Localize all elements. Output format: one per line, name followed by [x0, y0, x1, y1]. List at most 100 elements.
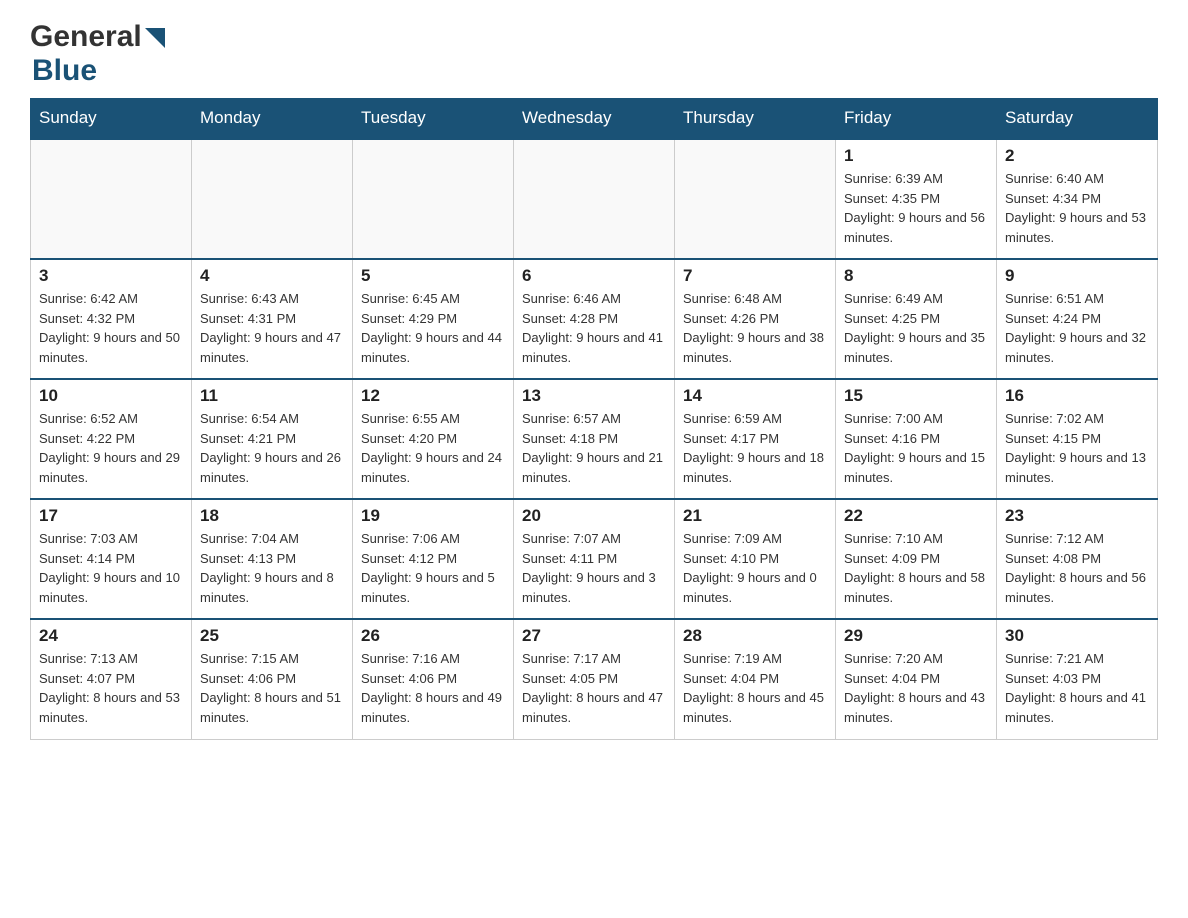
- calendar-cell: 8 Sunrise: 6:49 AMSunset: 4:25 PMDaylight…: [836, 259, 997, 379]
- day-number: 1: [844, 146, 988, 166]
- calendar-cell: 26 Sunrise: 7:16 AMSunset: 4:06 PMDayligh…: [353, 619, 514, 739]
- weekday-header-monday: Monday: [192, 98, 353, 139]
- calendar-cell: [514, 139, 675, 259]
- day-number: 30: [1005, 626, 1149, 646]
- day-info: Sunrise: 6:42 AMSunset: 4:32 PMDaylight:…: [39, 289, 183, 367]
- day-info: Sunrise: 6:39 AMSunset: 4:35 PMDaylight:…: [844, 169, 988, 247]
- day-number: 24: [39, 626, 183, 646]
- day-number: 3: [39, 266, 183, 286]
- calendar-week-row: 1 Sunrise: 6:39 AMSunset: 4:35 PMDaylight…: [31, 139, 1158, 259]
- calendar-cell: 20Sunrise: 7:07 AMSunset: 4:11 PMDayligh…: [514, 499, 675, 619]
- day-number: 12: [361, 386, 505, 406]
- day-info: Sunrise: 7:16 AMSunset: 4:06 PMDaylight:…: [361, 649, 505, 727]
- day-number: 15: [844, 386, 988, 406]
- calendar-cell: 2 Sunrise: 6:40 AMSunset: 4:34 PMDaylight…: [997, 139, 1158, 259]
- day-number: 25: [200, 626, 344, 646]
- logo-general-text: General: [30, 20, 142, 54]
- day-info: Sunrise: 7:09 AMSunset: 4:10 PMDaylight:…: [683, 529, 827, 607]
- calendar-cell: 11Sunrise: 6:54 AMSunset: 4:21 PMDayligh…: [192, 379, 353, 499]
- calendar-cell: 17 Sunrise: 7:03 AMSunset: 4:14 PMDayligh…: [31, 499, 192, 619]
- day-info: Sunrise: 6:51 AMSunset: 4:24 PMDaylight:…: [1005, 289, 1149, 367]
- day-number: 28: [683, 626, 827, 646]
- weekday-header-saturday: Saturday: [997, 98, 1158, 139]
- day-info: Sunrise: 7:12 AMSunset: 4:08 PMDaylight:…: [1005, 529, 1149, 607]
- calendar-cell: 1 Sunrise: 6:39 AMSunset: 4:35 PMDaylight…: [836, 139, 997, 259]
- calendar-cell: 27 Sunrise: 7:17 AMSunset: 4:05 PMDayligh…: [514, 619, 675, 739]
- weekday-header-friday: Friday: [836, 98, 997, 139]
- calendar-header-row: SundayMondayTuesdayWednesdayThursdayFrid…: [31, 98, 1158, 139]
- day-number: 18: [200, 506, 344, 526]
- calendar-cell: 30 Sunrise: 7:21 AMSunset: 4:03 PMDayligh…: [997, 619, 1158, 739]
- day-number: 10: [39, 386, 183, 406]
- day-number: 26: [361, 626, 505, 646]
- page-header: General Blue: [30, 20, 1158, 88]
- calendar-cell: 29 Sunrise: 7:20 AMSunset: 4:04 PMDayligh…: [836, 619, 997, 739]
- calendar-cell: 14Sunrise: 6:59 AMSunset: 4:17 PMDayligh…: [675, 379, 836, 499]
- day-info: Sunrise: 6:59 AMSunset: 4:17 PMDaylight:…: [683, 409, 827, 487]
- day-number: 8: [844, 266, 988, 286]
- day-info: Sunrise: 7:13 AMSunset: 4:07 PMDaylight:…: [39, 649, 183, 727]
- calendar-cell: 24 Sunrise: 7:13 AMSunset: 4:07 PMDayligh…: [31, 619, 192, 739]
- logo: General Blue: [30, 20, 165, 88]
- day-info: Sunrise: 6:45 AMSunset: 4:29 PMDaylight:…: [361, 289, 505, 367]
- calendar-cell: 13 Sunrise: 6:57 AMSunset: 4:18 PMDayligh…: [514, 379, 675, 499]
- day-info: Sunrise: 6:46 AMSunset: 4:28 PMDaylight:…: [522, 289, 666, 367]
- calendar-cell: 4Sunrise: 6:43 AMSunset: 4:31 PMDaylight…: [192, 259, 353, 379]
- calendar-week-row: 10Sunrise: 6:52 AMSunset: 4:22 PMDayligh…: [31, 379, 1158, 499]
- calendar-cell: 28 Sunrise: 7:19 AMSunset: 4:04 PMDayligh…: [675, 619, 836, 739]
- day-number: 6: [522, 266, 666, 286]
- day-info: Sunrise: 7:04 AMSunset: 4:13 PMDaylight:…: [200, 529, 344, 607]
- calendar-cell: [31, 139, 192, 259]
- calendar-cell: 7 Sunrise: 6:48 AMSunset: 4:26 PMDaylight…: [675, 259, 836, 379]
- day-number: 22: [844, 506, 988, 526]
- calendar-cell: [675, 139, 836, 259]
- day-number: 5: [361, 266, 505, 286]
- day-info: Sunrise: 7:21 AMSunset: 4:03 PMDaylight:…: [1005, 649, 1149, 727]
- day-number: 13: [522, 386, 666, 406]
- calendar-cell: 12 Sunrise: 6:55 AMSunset: 4:20 PMDayligh…: [353, 379, 514, 499]
- day-number: 29: [844, 626, 988, 646]
- day-info: Sunrise: 7:19 AMSunset: 4:04 PMDaylight:…: [683, 649, 827, 727]
- day-info: Sunrise: 6:48 AMSunset: 4:26 PMDaylight:…: [683, 289, 827, 367]
- day-info: Sunrise: 6:57 AMSunset: 4:18 PMDaylight:…: [522, 409, 666, 487]
- day-info: Sunrise: 7:20 AMSunset: 4:04 PMDaylight:…: [844, 649, 988, 727]
- day-info: Sunrise: 6:55 AMSunset: 4:20 PMDaylight:…: [361, 409, 505, 487]
- day-number: 17: [39, 506, 183, 526]
- weekday-header-sunday: Sunday: [31, 98, 192, 139]
- logo-triangle-icon: [145, 28, 165, 53]
- calendar-cell: 18 Sunrise: 7:04 AMSunset: 4:13 PMDayligh…: [192, 499, 353, 619]
- calendar-cell: 9 Sunrise: 6:51 AMSunset: 4:24 PMDaylight…: [997, 259, 1158, 379]
- calendar-cell: 10Sunrise: 6:52 AMSunset: 4:22 PMDayligh…: [31, 379, 192, 499]
- day-number: 2: [1005, 146, 1149, 166]
- weekday-header-wednesday: Wednesday: [514, 98, 675, 139]
- logo-blue-text: Blue: [32, 54, 97, 87]
- day-info: Sunrise: 7:15 AMSunset: 4:06 PMDaylight:…: [200, 649, 344, 727]
- day-number: 11: [200, 386, 344, 406]
- calendar-cell: 6 Sunrise: 6:46 AMSunset: 4:28 PMDaylight…: [514, 259, 675, 379]
- calendar-cell: 5 Sunrise: 6:45 AMSunset: 4:29 PMDaylight…: [353, 259, 514, 379]
- calendar-cell: [353, 139, 514, 259]
- day-info: Sunrise: 7:02 AMSunset: 4:15 PMDaylight:…: [1005, 409, 1149, 487]
- day-number: 16: [1005, 386, 1149, 406]
- day-number: 9: [1005, 266, 1149, 286]
- calendar-cell: 3 Sunrise: 6:42 AMSunset: 4:32 PMDaylight…: [31, 259, 192, 379]
- day-info: Sunrise: 7:03 AMSunset: 4:14 PMDaylight:…: [39, 529, 183, 607]
- day-info: Sunrise: 6:49 AMSunset: 4:25 PMDaylight:…: [844, 289, 988, 367]
- calendar-cell: 22Sunrise: 7:10 AMSunset: 4:09 PMDayligh…: [836, 499, 997, 619]
- day-info: Sunrise: 6:40 AMSunset: 4:34 PMDaylight:…: [1005, 169, 1149, 247]
- day-info: Sunrise: 6:43 AMSunset: 4:31 PMDaylight:…: [200, 289, 344, 367]
- calendar-cell: [192, 139, 353, 259]
- calendar-cell: 16 Sunrise: 7:02 AMSunset: 4:15 PMDayligh…: [997, 379, 1158, 499]
- weekday-header-thursday: Thursday: [675, 98, 836, 139]
- day-number: 23: [1005, 506, 1149, 526]
- calendar-cell: 23 Sunrise: 7:12 AMSunset: 4:08 PMDayligh…: [997, 499, 1158, 619]
- calendar-cell: 21 Sunrise: 7:09 AMSunset: 4:10 PMDayligh…: [675, 499, 836, 619]
- day-info: Sunrise: 7:06 AMSunset: 4:12 PMDaylight:…: [361, 529, 505, 607]
- day-info: Sunrise: 7:00 AMSunset: 4:16 PMDaylight:…: [844, 409, 988, 487]
- calendar-cell: 25 Sunrise: 7:15 AMSunset: 4:06 PMDayligh…: [192, 619, 353, 739]
- calendar-week-row: 24 Sunrise: 7:13 AMSunset: 4:07 PMDayligh…: [31, 619, 1158, 739]
- day-number: 7: [683, 266, 827, 286]
- day-info: Sunrise: 7:17 AMSunset: 4:05 PMDaylight:…: [522, 649, 666, 727]
- day-number: 21: [683, 506, 827, 526]
- day-number: 27: [522, 626, 666, 646]
